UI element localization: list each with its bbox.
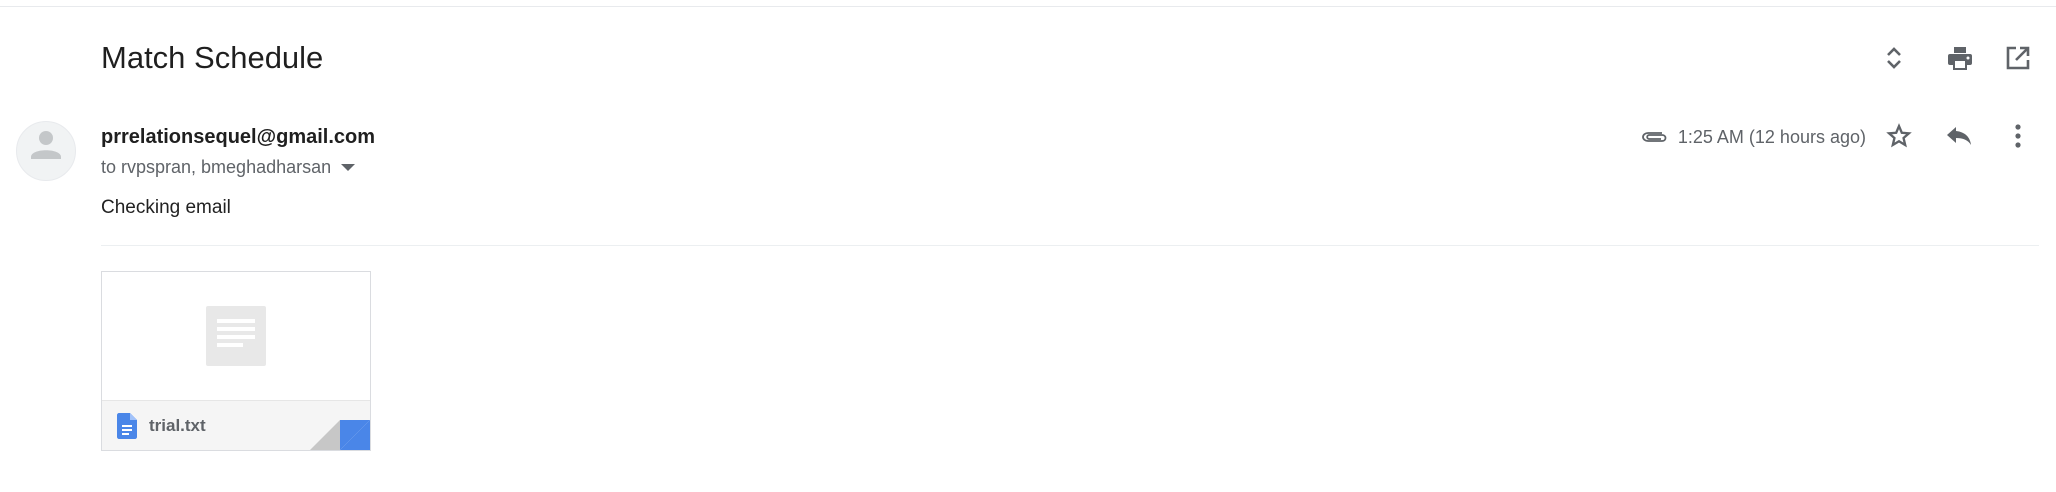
google-docs-icon — [117, 412, 137, 439]
recipients-text: to rvpspran, bmeghadharsan — [101, 157, 332, 177]
star-button[interactable] — [1881, 118, 1917, 154]
email-subject: Match Schedule — [101, 40, 324, 75]
attachment-card[interactable]: trial.txt — [101, 271, 371, 451]
recipients-line: to rvpspran, bmeghadharsan — [101, 155, 356, 179]
star-icon — [1885, 122, 1913, 150]
more-options-button[interactable] — [2000, 118, 2036, 154]
attachment-indicator-icon — [1640, 129, 1668, 145]
more-options-icon — [2014, 123, 2022, 149]
email-body: Checking email — [101, 197, 231, 218]
message-actions — [1876, 118, 2056, 158]
open-in-new-window-button[interactable] — [2000, 40, 2036, 76]
reply-button[interactable] — [1941, 118, 1977, 154]
sender-email[interactable]: prrelationsequel@gmail.com — [101, 124, 375, 150]
document-placeholder-icon — [206, 306, 266, 366]
message-meta: 1:25 AM (12 hours ago) — [1640, 124, 1866, 150]
open-new-window-icon — [2005, 45, 2031, 71]
attachment-file-name: trial.txt — [149, 415, 206, 435]
show-details-icon[interactable] — [341, 163, 356, 171]
person-icon — [17, 122, 75, 180]
print-icon — [1947, 46, 1973, 70]
print-button[interactable] — [1942, 40, 1978, 76]
attachment-preview — [102, 272, 370, 400]
thread-actions — [1876, 40, 2056, 80]
attachments-divider — [101, 245, 2039, 246]
reply-icon — [1945, 125, 1973, 147]
file-type-corner — [310, 420, 370, 450]
sender-avatar[interactable] — [16, 121, 76, 181]
top-divider — [0, 6, 2056, 7]
expand-all-icon — [1883, 44, 1905, 72]
expand-all-button[interactable] — [1876, 40, 1912, 76]
timestamp: 1:25 AM (12 hours ago) — [1677, 127, 1866, 147]
